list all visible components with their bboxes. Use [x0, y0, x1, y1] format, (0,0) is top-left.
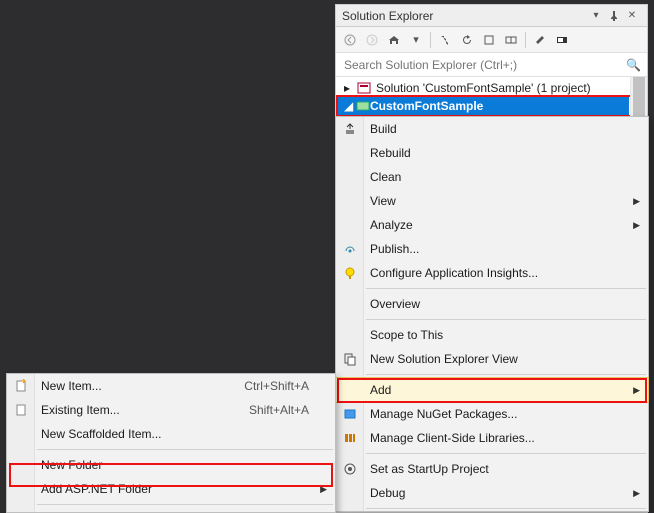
- menu-new-view[interactable]: New Solution Explorer View: [336, 347, 648, 371]
- project-label: CustomFontSample: [370, 99, 483, 113]
- menu-add[interactable]: Add ▶: [336, 378, 648, 402]
- search-box[interactable]: 🔍: [336, 53, 647, 77]
- search-icon[interactable]: 🔍: [626, 58, 641, 72]
- library-icon: [342, 430, 358, 446]
- menu-scaffolded[interactable]: New Scaffolded Item...: [7, 422, 335, 446]
- separator: [366, 374, 646, 375]
- separator: [37, 504, 333, 505]
- context-menu-main: Build Rebuild Clean View▶ Analyze▶ Publi…: [335, 116, 649, 512]
- menu-build[interactable]: Build: [336, 117, 648, 141]
- menu-rebuild[interactable]: Rebuild: [336, 141, 648, 165]
- back-icon[interactable]: [340, 30, 360, 50]
- menu-scope[interactable]: Scope to This: [336, 323, 648, 347]
- refresh-icon[interactable]: [457, 30, 477, 50]
- menu-container-orch[interactable]: Container Orchestrator Support: [7, 508, 335, 513]
- preview-icon[interactable]: [552, 30, 572, 50]
- menu-existing-item[interactable]: Existing Item... Shift+Alt+A: [7, 398, 335, 422]
- existing-item-icon: [13, 402, 29, 418]
- chevron-right-icon: ▶: [633, 220, 640, 231]
- menu-debug[interactable]: Debug▶: [336, 481, 648, 505]
- menu-aspnet-folder[interactable]: Add ASP.NET Folder▶: [7, 477, 335, 501]
- shortcut-label: Shift+Alt+A: [249, 403, 309, 417]
- sync-icon[interactable]: ▾: [406, 30, 426, 50]
- build-icon: [342, 121, 358, 137]
- properties-icon[interactable]: [530, 30, 550, 50]
- project-icon: [356, 100, 370, 112]
- new-view-icon: [342, 351, 358, 367]
- home-icon[interactable]: [384, 30, 404, 50]
- menu-app-insights[interactable]: Configure Application Insights...: [336, 261, 648, 285]
- menu-startup[interactable]: Set as StartUp Project: [336, 457, 648, 481]
- project-node-selected[interactable]: ◢ CustomFontSample: [336, 97, 629, 115]
- show-all-icon[interactable]: [501, 30, 521, 50]
- solution-label: Solution 'CustomFontSample' (1 project): [376, 81, 591, 95]
- solution-icon: [356, 81, 372, 95]
- scrollbar[interactable]: [630, 77, 647, 117]
- shortcut-label: Ctrl+Shift+A: [244, 379, 309, 393]
- separator: [37, 449, 333, 450]
- menu-publish[interactable]: Publish...: [336, 237, 648, 261]
- panel-titlebar: Solution Explorer ▾ ✕: [336, 5, 647, 27]
- new-item-icon: [13, 378, 29, 394]
- collapse-icon[interactable]: [479, 30, 499, 50]
- menu-view[interactable]: View▶: [336, 189, 648, 213]
- menu-new-folder[interactable]: New Folder: [7, 453, 335, 477]
- chevron-right-icon: ▶: [633, 196, 640, 207]
- chevron-right-icon: ▶: [633, 385, 640, 396]
- menu-new-item[interactable]: New Item... Ctrl+Shift+A: [7, 374, 335, 398]
- forward-icon[interactable]: [362, 30, 382, 50]
- panel-title-text: Solution Explorer: [342, 9, 433, 23]
- solution-tree[interactable]: ▸ Solution 'CustomFontSample' (1 project…: [336, 77, 647, 117]
- nuget-icon: [342, 406, 358, 422]
- panel-toolbar: ▾: [336, 27, 647, 53]
- insights-icon: [342, 265, 358, 281]
- close-icon[interactable]: ✕: [623, 7, 641, 25]
- menu-clean[interactable]: Clean: [336, 165, 648, 189]
- context-menu-add: New Item... Ctrl+Shift+A Existing Item..…: [6, 373, 336, 513]
- menu-analyze[interactable]: Analyze▶: [336, 213, 648, 237]
- separator: [366, 453, 646, 454]
- chevron-right-icon: ▶: [320, 484, 327, 495]
- separator: [366, 319, 646, 320]
- filter-icon[interactable]: [435, 30, 455, 50]
- menu-client-libs[interactable]: Manage Client-Side Libraries...: [336, 426, 648, 450]
- startup-icon: [342, 461, 358, 477]
- chevron-right-icon: ▶: [633, 488, 640, 499]
- collapse-icon[interactable]: ◢: [344, 99, 356, 113]
- solution-node[interactable]: ▸ Solution 'CustomFontSample' (1 project…: [336, 79, 647, 97]
- dropdown-icon[interactable]: ▾: [587, 7, 605, 25]
- expand-icon[interactable]: ▸: [344, 81, 356, 95]
- search-input[interactable]: [342, 57, 626, 73]
- app-root: Solution Explorer ▾ ✕ ▾: [0, 0, 654, 513]
- pin-icon[interactable]: [605, 7, 623, 25]
- publish-icon: [342, 241, 358, 257]
- menu-nuget[interactable]: Manage NuGet Packages...: [336, 402, 648, 426]
- menu-overview[interactable]: Overview: [336, 292, 648, 316]
- separator: [366, 508, 646, 509]
- separator: [366, 288, 646, 289]
